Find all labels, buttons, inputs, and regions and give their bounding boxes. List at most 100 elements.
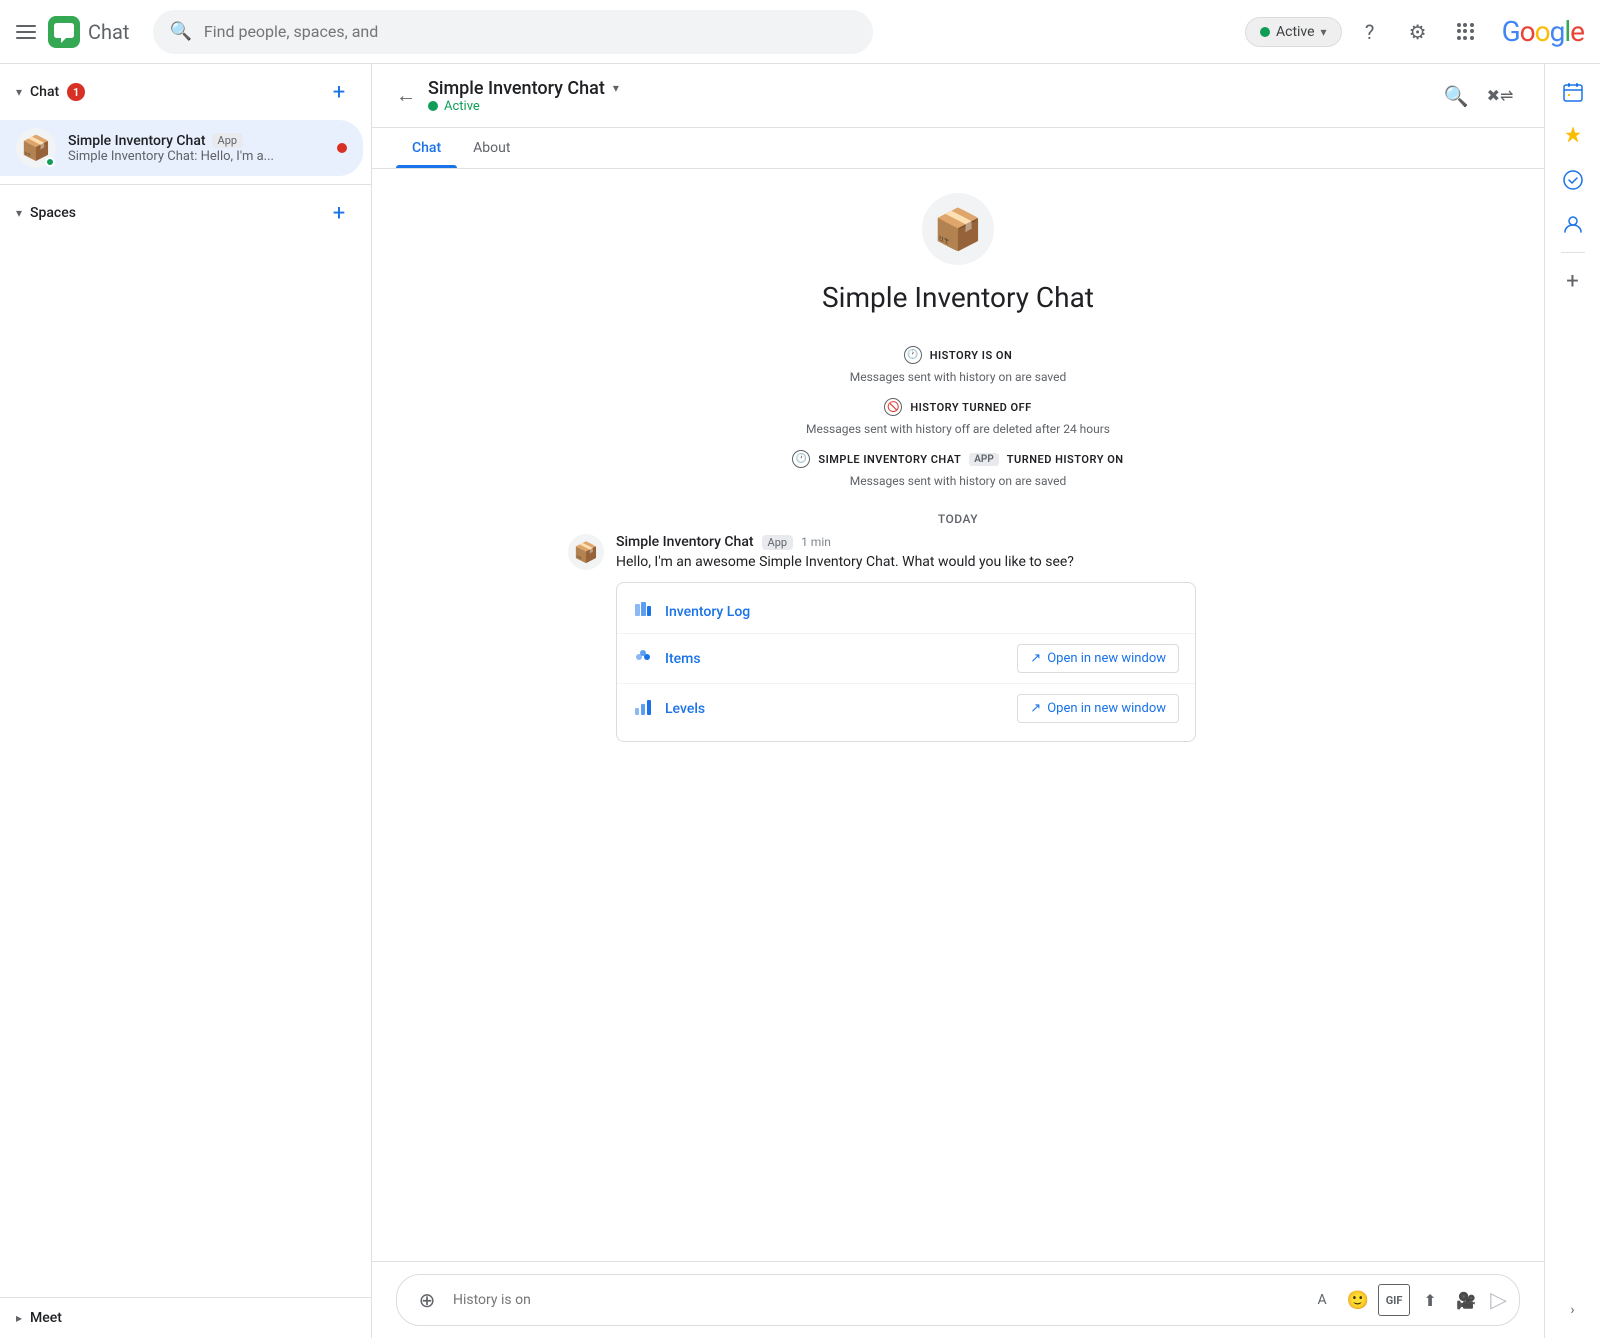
- google-apps-button[interactable]: [1446, 12, 1486, 52]
- add-app-button[interactable]: +: [1553, 261, 1593, 301]
- keep-button[interactable]: [1553, 116, 1593, 156]
- header-status-label: Active: [444, 99, 480, 114]
- levels-label[interactable]: Levels: [665, 701, 1005, 717]
- msg-card: Inventory Log Items ↗ Open in new window: [616, 582, 1196, 742]
- meet-chevron-icon: ▸: [16, 1311, 22, 1325]
- chat-header-chevron-icon[interactable]: ▾: [613, 81, 619, 95]
- levels-open-button[interactable]: ↗ Open in new window: [1017, 694, 1179, 723]
- history-off-sub: Messages sent with history off are delet…: [806, 422, 1110, 436]
- chat-header-info: Simple Inventory Chat ▾ Active: [428, 78, 1436, 114]
- chat-name-row: Simple Inventory Chat App: [68, 133, 325, 149]
- active-label: Active: [1276, 24, 1315, 40]
- card-row-levels[interactable]: Levels ↗ Open in new window: [617, 684, 1195, 733]
- msg-content: Simple Inventory Chat App 1 min Hello, I…: [616, 534, 1348, 742]
- help-button[interactable]: ?: [1350, 12, 1390, 52]
- tasks-button[interactable]: [1553, 160, 1593, 200]
- meet-section-label: Meet: [30, 1310, 62, 1326]
- chat-section-title: ▾ Chat 1: [16, 83, 85, 101]
- contacts-button[interactable]: [1553, 204, 1593, 244]
- chat-body: 📦 Simple Inventory Chat 🕐 HISTORY IS ON …: [372, 169, 1544, 1261]
- logo-area: Chat: [48, 16, 129, 48]
- calendar-button[interactable]: [1553, 72, 1593, 112]
- chat-section-header[interactable]: ▾ Chat 1 +: [0, 64, 371, 120]
- header-actions: 🔍 ✖⇌: [1436, 76, 1520, 116]
- input-bar: ⊕ A 🙂 GIF ⬆ 🎥 ▷: [396, 1274, 1520, 1326]
- msg-app-badge: App: [762, 535, 794, 550]
- tabs: Chat About: [372, 128, 1544, 169]
- pin-button[interactable]: ✖⇌: [1480, 76, 1520, 116]
- sidebar: ▾ Chat 1 + 📦 Simple Inventory Chat App S…: [0, 64, 372, 1338]
- tab-chat[interactable]: Chat: [396, 128, 457, 168]
- search-input[interactable]: [204, 22, 858, 41]
- chat-header: ← Simple Inventory Chat ▾ Active 🔍 ✖⇌: [372, 64, 1544, 128]
- unread-dot-icon: [337, 143, 347, 153]
- history-off-label: HISTORY TURNED OFF: [910, 401, 1031, 414]
- items-open-label: Open in new window: [1047, 651, 1166, 666]
- chat-area: ← Simple Inventory Chat ▾ Active 🔍 ✖⇌ Ch…: [372, 64, 1544, 1338]
- search-icon: 🔍: [169, 21, 191, 42]
- grid-icon: [1457, 23, 1475, 41]
- chat-chevron-icon: ▾: [16, 85, 22, 99]
- items-label[interactable]: Items: [665, 651, 1005, 667]
- chat-badge: 1: [67, 83, 85, 101]
- chat-item-name: Simple Inventory Chat: [68, 133, 206, 149]
- format-text-button[interactable]: A: [1306, 1284, 1338, 1316]
- active-dot-icon: [1260, 27, 1270, 37]
- active-status-button[interactable]: Active ▾: [1245, 17, 1342, 47]
- right-sidebar: + ›: [1544, 64, 1600, 1338]
- history-app-sub: Messages sent with history on are saved: [850, 474, 1067, 488]
- add-space-button[interactable]: +: [323, 197, 355, 229]
- items-open-button[interactable]: ↗ Open in new window: [1017, 644, 1179, 673]
- levels-open-label: Open in new window: [1047, 701, 1166, 716]
- upload-button[interactable]: ⬆: [1414, 1284, 1446, 1316]
- gif-button[interactable]: GIF: [1378, 1284, 1410, 1316]
- avatar: 📦: [16, 128, 56, 168]
- card-row-items[interactable]: Items ↗ Open in new window: [617, 634, 1195, 684]
- app-title: Chat: [88, 20, 129, 44]
- message-input[interactable]: [453, 1292, 1298, 1308]
- history-app-suffix: TURNED HISTORY ON: [1007, 453, 1124, 466]
- send-button[interactable]: ▷: [1490, 1288, 1507, 1313]
- chat-item-app-badge: App: [212, 133, 244, 148]
- nav-actions: Active ▾ ? ⚙ Google: [1245, 12, 1584, 52]
- inventory-log-label[interactable]: Inventory Log: [665, 604, 1179, 620]
- bot-name: Simple Inventory Chat: [822, 281, 1094, 314]
- emoji-button[interactable]: 🙂: [1342, 1284, 1374, 1316]
- msg-time: 1 min: [801, 535, 831, 549]
- message-row: 📦 Simple Inventory Chat App 1 min Hello,…: [568, 534, 1348, 742]
- msg-header: Simple Inventory Chat App 1 min: [616, 534, 1348, 550]
- search-bar[interactable]: 🔍: [153, 10, 873, 54]
- video-button[interactable]: 🎥: [1450, 1284, 1482, 1316]
- meet-section-header[interactable]: ▸ Meet: [0, 1298, 371, 1338]
- chat-item-simple-inventory[interactable]: 📦 Simple Inventory Chat App Simple Inven…: [0, 120, 363, 176]
- chat-header-title-row: Simple Inventory Chat ▾: [428, 78, 1436, 99]
- history-off-row: 🚫 HISTORY TURNED OFF: [884, 398, 1031, 416]
- history-app-label: SIMPLE INVENTORY CHAT: [818, 453, 961, 466]
- history-on-label: HISTORY IS ON: [930, 349, 1013, 362]
- items-icon: [633, 648, 653, 670]
- msg-avatar: 📦: [568, 534, 604, 570]
- spaces-section-title: ▾ Spaces: [16, 205, 76, 221]
- meet-section-title: ▸ Meet: [16, 1310, 62, 1326]
- inventory-log-icon: [633, 601, 653, 623]
- menu-button[interactable]: [16, 25, 36, 39]
- chat-item-info: Simple Inventory Chat App Simple Invento…: [68, 133, 325, 164]
- today-divider: TODAY: [938, 512, 978, 526]
- external-link-levels-icon: ↗: [1030, 701, 1041, 716]
- settings-button[interactable]: ⚙: [1398, 12, 1438, 52]
- bot-intro: 📦 Simple Inventory Chat: [822, 193, 1094, 314]
- add-chat-button[interactable]: +: [323, 76, 355, 108]
- top-nav: Chat 🔍 Active ▾ ? ⚙ Google: [0, 0, 1600, 64]
- bot-avatar-emoji-icon: 📦: [933, 206, 983, 253]
- spaces-section-label: Spaces: [30, 205, 76, 221]
- chat-logo-icon: [48, 16, 80, 48]
- card-row-inventory-log[interactable]: Inventory Log: [617, 591, 1195, 634]
- chat-search-button[interactable]: 🔍: [1436, 76, 1476, 116]
- chat-section-label: Chat: [30, 84, 59, 100]
- back-button[interactable]: ←: [396, 83, 416, 108]
- expand-button[interactable]: ›: [1553, 1290, 1593, 1330]
- input-add-button[interactable]: ⊕: [409, 1282, 445, 1318]
- chat-item-preview: Simple Inventory Chat: Hello, I'm a...: [68, 149, 325, 164]
- tab-about[interactable]: About: [457, 128, 526, 168]
- spaces-section-header[interactable]: ▾ Spaces +: [0, 185, 371, 241]
